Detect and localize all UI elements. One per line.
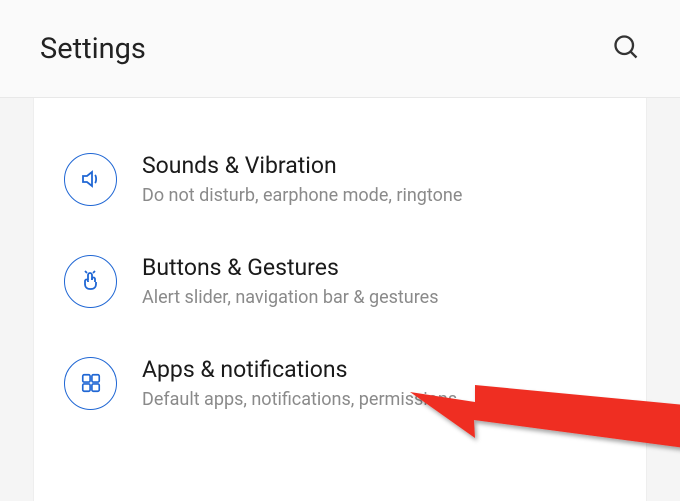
item-subtitle: Alert slider, navigation bar & gestures — [142, 287, 439, 308]
search-icon — [612, 33, 640, 61]
item-subtitle: Do not disturb, earphone mode, ringtone — [142, 185, 462, 206]
item-buttons-gestures[interactable]: Buttons & Gestures Alert slider, navigat… — [34, 230, 646, 332]
gesture-icon — [64, 255, 117, 308]
item-title: Buttons & Gestures — [142, 254, 439, 281]
item-subtitle: Default apps, notifications, permissions — [142, 389, 457, 410]
sound-icon — [64, 153, 117, 206]
settings-list: Sounds & Vibration Do not disturb, earph… — [33, 98, 647, 501]
apps-icon — [64, 357, 117, 410]
item-apps-notifications[interactable]: Apps & notifications Default apps, notif… — [34, 332, 646, 434]
item-title: Sounds & Vibration — [142, 152, 462, 179]
item-text: Sounds & Vibration Do not disturb, earph… — [142, 152, 462, 206]
item-text: Buttons & Gestures Alert slider, navigat… — [142, 254, 439, 308]
header: Settings — [0, 0, 680, 98]
item-sounds-vibration[interactable]: Sounds & Vibration Do not disturb, earph… — [34, 128, 646, 230]
item-title: Apps & notifications — [142, 356, 457, 383]
page-title: Settings — [40, 32, 146, 66]
item-text: Apps & notifications Default apps, notif… — [142, 356, 457, 410]
search-button[interactable] — [612, 33, 640, 65]
